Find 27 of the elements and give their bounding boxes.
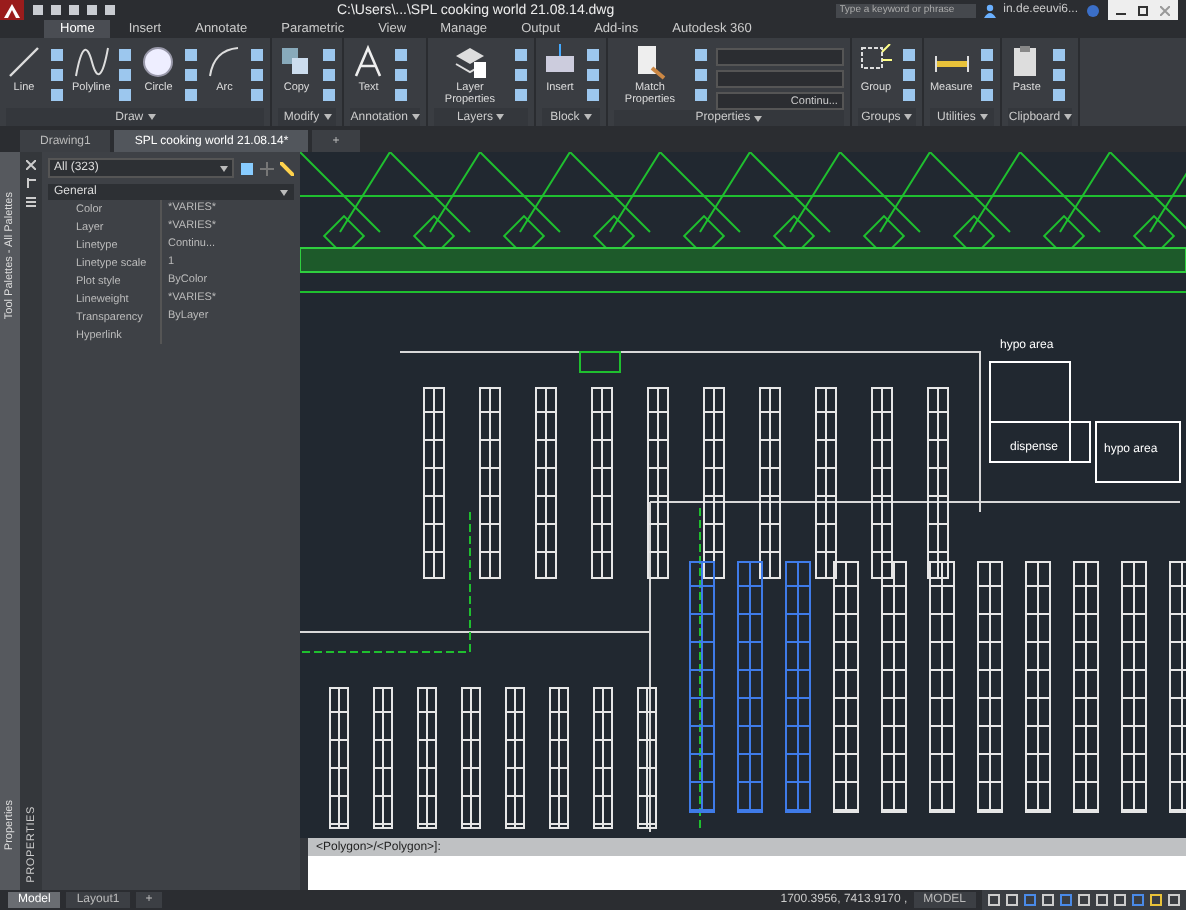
caret-icon[interactable] xyxy=(754,115,763,121)
line-icon xyxy=(6,44,42,80)
menu-icon[interactable] xyxy=(26,196,36,208)
caret-icon[interactable] xyxy=(323,114,332,120)
quick-select-icon[interactable] xyxy=(240,161,254,175)
caret-icon[interactable] xyxy=(280,189,288,195)
caret-icon[interactable] xyxy=(411,114,420,120)
close-icon[interactable] xyxy=(26,160,36,170)
caret-icon[interactable] xyxy=(147,114,156,120)
app-logo[interactable] xyxy=(0,0,24,20)
polyline-icon xyxy=(73,44,110,80)
caret-icon[interactable] xyxy=(496,114,505,120)
layer-icon xyxy=(451,44,488,80)
circle-icon xyxy=(140,44,177,80)
user-icon xyxy=(983,3,996,17)
command-input[interactable] xyxy=(308,856,1186,890)
arc-icon xyxy=(206,44,243,80)
pin-icon[interactable] xyxy=(26,178,36,188)
caret-icon[interactable] xyxy=(583,114,592,120)
caret-icon[interactable] xyxy=(979,114,988,120)
help-icon[interactable] xyxy=(1086,3,1100,17)
text-icon xyxy=(350,44,387,80)
maximize-icon[interactable] xyxy=(1138,5,1148,15)
caret-icon[interactable] xyxy=(904,114,913,120)
caret-icon[interactable] xyxy=(220,165,228,171)
caret-icon[interactable] xyxy=(1064,114,1073,120)
select-objects-icon[interactable] xyxy=(280,161,294,175)
